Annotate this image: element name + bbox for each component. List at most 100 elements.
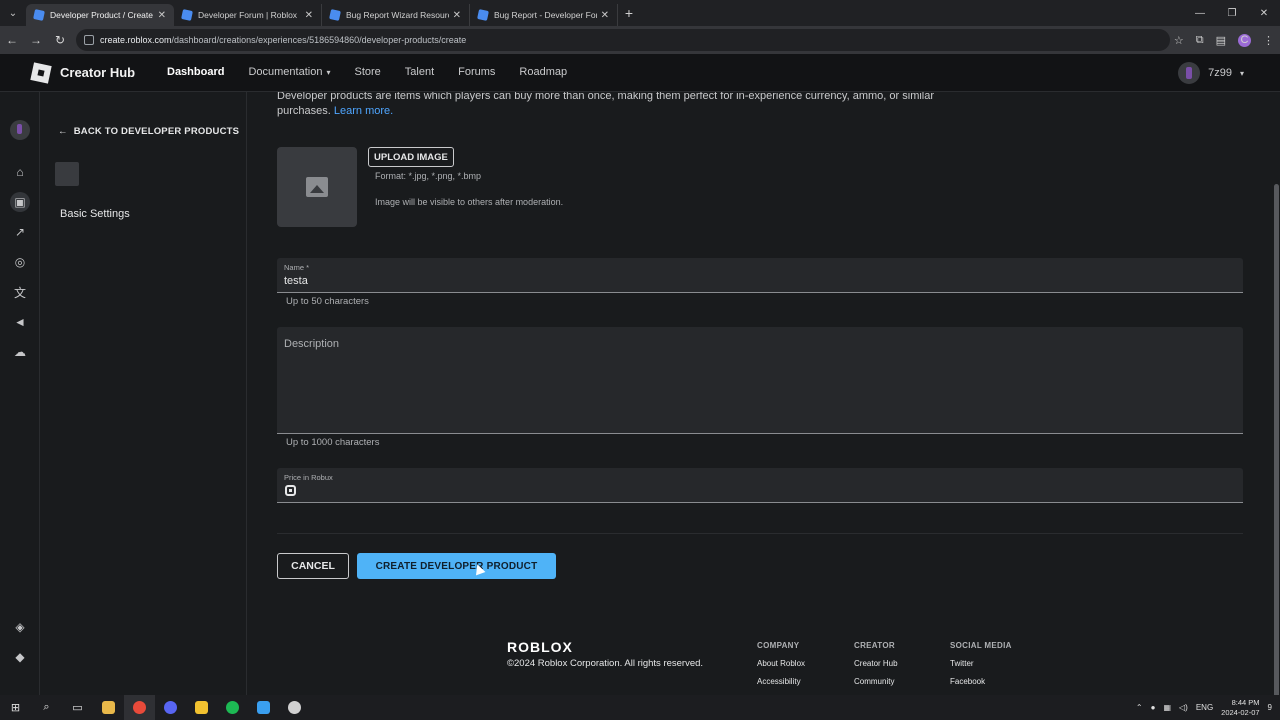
site-title[interactable]: Creator Hub bbox=[60, 65, 135, 80]
nav-documentation[interactable]: Documentation ▾ bbox=[248, 66, 330, 78]
footer-roblox-logo: ROBLOX bbox=[507, 639, 573, 655]
product-thumbnail bbox=[55, 162, 79, 186]
upload-image-button[interactable]: UPLOAD IMAGE bbox=[368, 147, 454, 167]
profile-avatar[interactable]: C bbox=[1238, 33, 1251, 47]
github-icon[interactable] bbox=[279, 695, 310, 720]
windows-start-icon[interactable]: ⊞ bbox=[0, 695, 31, 720]
browser-tab-3[interactable]: Bug Report Wizard Resources ✕ bbox=[322, 4, 470, 26]
close-tab-icon[interactable]: ✕ bbox=[601, 10, 609, 21]
clock[interactable]: 8:44 PM 2024-02-07 bbox=[1221, 698, 1259, 718]
home-icon[interactable]: ⌂ bbox=[10, 162, 30, 182]
cloud-icon[interactable]: ☁ bbox=[10, 342, 30, 362]
footer-link-facebook[interactable]: Facebook bbox=[950, 677, 1012, 686]
roblox-app-icon[interactable]: ◆ bbox=[10, 647, 30, 667]
footer-link-twitter[interactable]: Twitter bbox=[950, 659, 1012, 668]
close-tab-icon[interactable]: ✕ bbox=[305, 10, 313, 21]
language-indicator[interactable]: ENG bbox=[1196, 703, 1213, 712]
network-icon[interactable]: ▦ bbox=[1163, 703, 1171, 712]
robux-icon bbox=[285, 485, 296, 496]
toolbar-actions: ☆ ⧉ ▤ C ⋮ bbox=[1174, 26, 1274, 54]
close-tab-icon[interactable]: ✕ bbox=[158, 10, 166, 21]
cancel-button[interactable]: CANCEL bbox=[277, 553, 349, 579]
minimize-icon[interactable]: — bbox=[1184, 8, 1216, 19]
url-host: create.roblox.com bbox=[100, 35, 172, 45]
footer-column-social: SOCIAL MEDIA Twitter Facebook bbox=[950, 641, 1012, 695]
scrollbar-thumb[interactable] bbox=[1274, 184, 1279, 704]
experience-avatar[interactable] bbox=[10, 120, 30, 140]
roblox-logo-icon[interactable] bbox=[30, 62, 52, 84]
chevron-down-icon: ▾ bbox=[326, 68, 331, 77]
address-bar[interactable]: create.roblox.com /dashboard/creations/e… bbox=[76, 29, 1170, 51]
notification-badge[interactable]: 9 bbox=[1268, 703, 1272, 712]
nav-roadmap[interactable]: Roadmap bbox=[519, 66, 567, 78]
site-info-icon[interactable] bbox=[84, 35, 94, 45]
description-field[interactable]: Description bbox=[277, 327, 1243, 434]
spotify-icon[interactable] bbox=[217, 695, 248, 720]
volume-icon[interactable]: ◁) bbox=[1179, 703, 1188, 712]
side-panel-icon[interactable]: ▤ bbox=[1216, 34, 1226, 47]
price-field[interactable]: Price in Robux bbox=[277, 468, 1243, 503]
search-icon[interactable]: ⌕ bbox=[31, 695, 62, 720]
url-path: /dashboard/creations/experiences/5186594… bbox=[171, 35, 467, 45]
browser-tab-4[interactable]: Bug Report - Developer Forum ✕ bbox=[470, 4, 618, 26]
bookmark-star-icon[interactable]: ☆ bbox=[1174, 34, 1184, 47]
tab-title: Developer Forum | Roblox bbox=[198, 10, 298, 20]
analytics-icon[interactable]: ↗ bbox=[10, 222, 30, 242]
nav-forums[interactable]: Forums bbox=[458, 66, 495, 78]
tab-title: Developer Product / Create De bbox=[50, 10, 154, 20]
name-field-value: testa bbox=[284, 275, 308, 287]
roblox-favicon-icon bbox=[329, 9, 341, 21]
creations-icon[interactable]: ▣ bbox=[10, 192, 30, 212]
name-field[interactable]: Name * testa bbox=[277, 258, 1243, 293]
back-to-developer-products-link[interactable]: ← BACK TO DEVELOPER PRODUCTS bbox=[58, 126, 239, 137]
intro-text: Developer products are items which playe… bbox=[277, 92, 937, 119]
sidebar-item-basic-settings[interactable]: Basic Settings bbox=[60, 208, 130, 220]
nav-dashboard[interactable]: Dashboard bbox=[167, 66, 224, 78]
reload-icon[interactable]: ↻ bbox=[48, 33, 72, 47]
arrow-left-icon: ← bbox=[58, 126, 68, 137]
localization-icon[interactable]: 文 bbox=[10, 282, 30, 302]
system-tray: ⌃ ● ▦ ◁) ENG 8:44 PM 2024-02-07 9 bbox=[1136, 695, 1280, 720]
forward-arrow-icon[interactable]: → bbox=[24, 33, 48, 47]
browser-tab-strip: ⌄ Developer Product / Create De ✕ Develo… bbox=[0, 0, 1280, 26]
back-link-label: BACK TO DEVELOPER PRODUCTS bbox=[73, 126, 240, 137]
footer-link-accessibility[interactable]: Accessibility bbox=[757, 677, 805, 686]
browser-menu-icon[interactable]: ⋮ bbox=[1263, 34, 1274, 47]
discord-icon[interactable] bbox=[155, 695, 186, 720]
task-view-icon[interactable]: ▭ bbox=[62, 695, 93, 720]
footer-link-about[interactable]: About Roblox bbox=[757, 659, 805, 668]
monetization-icon[interactable]: ◎ bbox=[10, 252, 30, 272]
browser-tab-2[interactable]: Developer Forum | Roblox ✕ bbox=[174, 4, 322, 26]
footer-link-creator-hub[interactable]: Creator Hub bbox=[854, 659, 898, 668]
browser-toolbar: ← → ↻ create.roblox.com /dashboard/creat… bbox=[0, 26, 1280, 54]
back-arrow-icon[interactable]: ← bbox=[0, 33, 24, 47]
page-scrollbar[interactable] bbox=[1273, 92, 1280, 704]
nav-store[interactable]: Store bbox=[354, 66, 380, 78]
roblox-studio-icon[interactable]: ◈ bbox=[10, 617, 30, 637]
new-tab-button[interactable]: + bbox=[618, 5, 640, 21]
tab-search-icon[interactable]: ⌄ bbox=[0, 0, 26, 26]
create-developer-product-button[interactable]: CREATE DEVELOPER PRODUCT bbox=[357, 553, 556, 579]
nav-talent[interactable]: Talent bbox=[405, 66, 434, 78]
learn-more-link[interactable]: Learn more. bbox=[334, 105, 393, 117]
close-tab-icon[interactable]: ✕ bbox=[453, 10, 461, 21]
user-menu[interactable]: 7z99 ▾ bbox=[1178, 62, 1244, 84]
chrome-icon[interactable] bbox=[124, 695, 155, 720]
footer-heading: CREATOR bbox=[854, 641, 895, 650]
footer-copyright: ©2024 Roblox Corporation. All rights res… bbox=[507, 658, 704, 669]
ads-megaphone-icon[interactable]: ◄ bbox=[10, 312, 30, 332]
microphone-icon[interactable]: ● bbox=[1151, 703, 1156, 712]
maximize-icon[interactable]: ❐ bbox=[1216, 8, 1248, 19]
browser-tab-1[interactable]: Developer Product / Create De ✕ bbox=[26, 4, 174, 26]
extensions-icon[interactable]: ⧉ bbox=[1196, 34, 1204, 47]
norton-icon[interactable] bbox=[186, 695, 217, 720]
main-content: Developer products are items which playe… bbox=[247, 92, 1273, 695]
roblox-studio-taskbar-icon[interactable] bbox=[248, 695, 279, 720]
roblox-favicon-icon bbox=[477, 9, 489, 21]
tray-chevron-icon[interactable]: ⌃ bbox=[1136, 703, 1143, 712]
close-window-icon[interactable]: ✕ bbox=[1248, 8, 1280, 19]
settings-sidebar: ← BACK TO DEVELOPER PRODUCTS Basic Setti… bbox=[40, 92, 247, 695]
file-explorer-icon[interactable] bbox=[93, 695, 124, 720]
icon-rail: ⌂ ▣ ↗ ◎ 文 ◄ ☁ ◈ ◆ bbox=[0, 92, 40, 695]
footer-link-community[interactable]: Community bbox=[854, 677, 898, 686]
